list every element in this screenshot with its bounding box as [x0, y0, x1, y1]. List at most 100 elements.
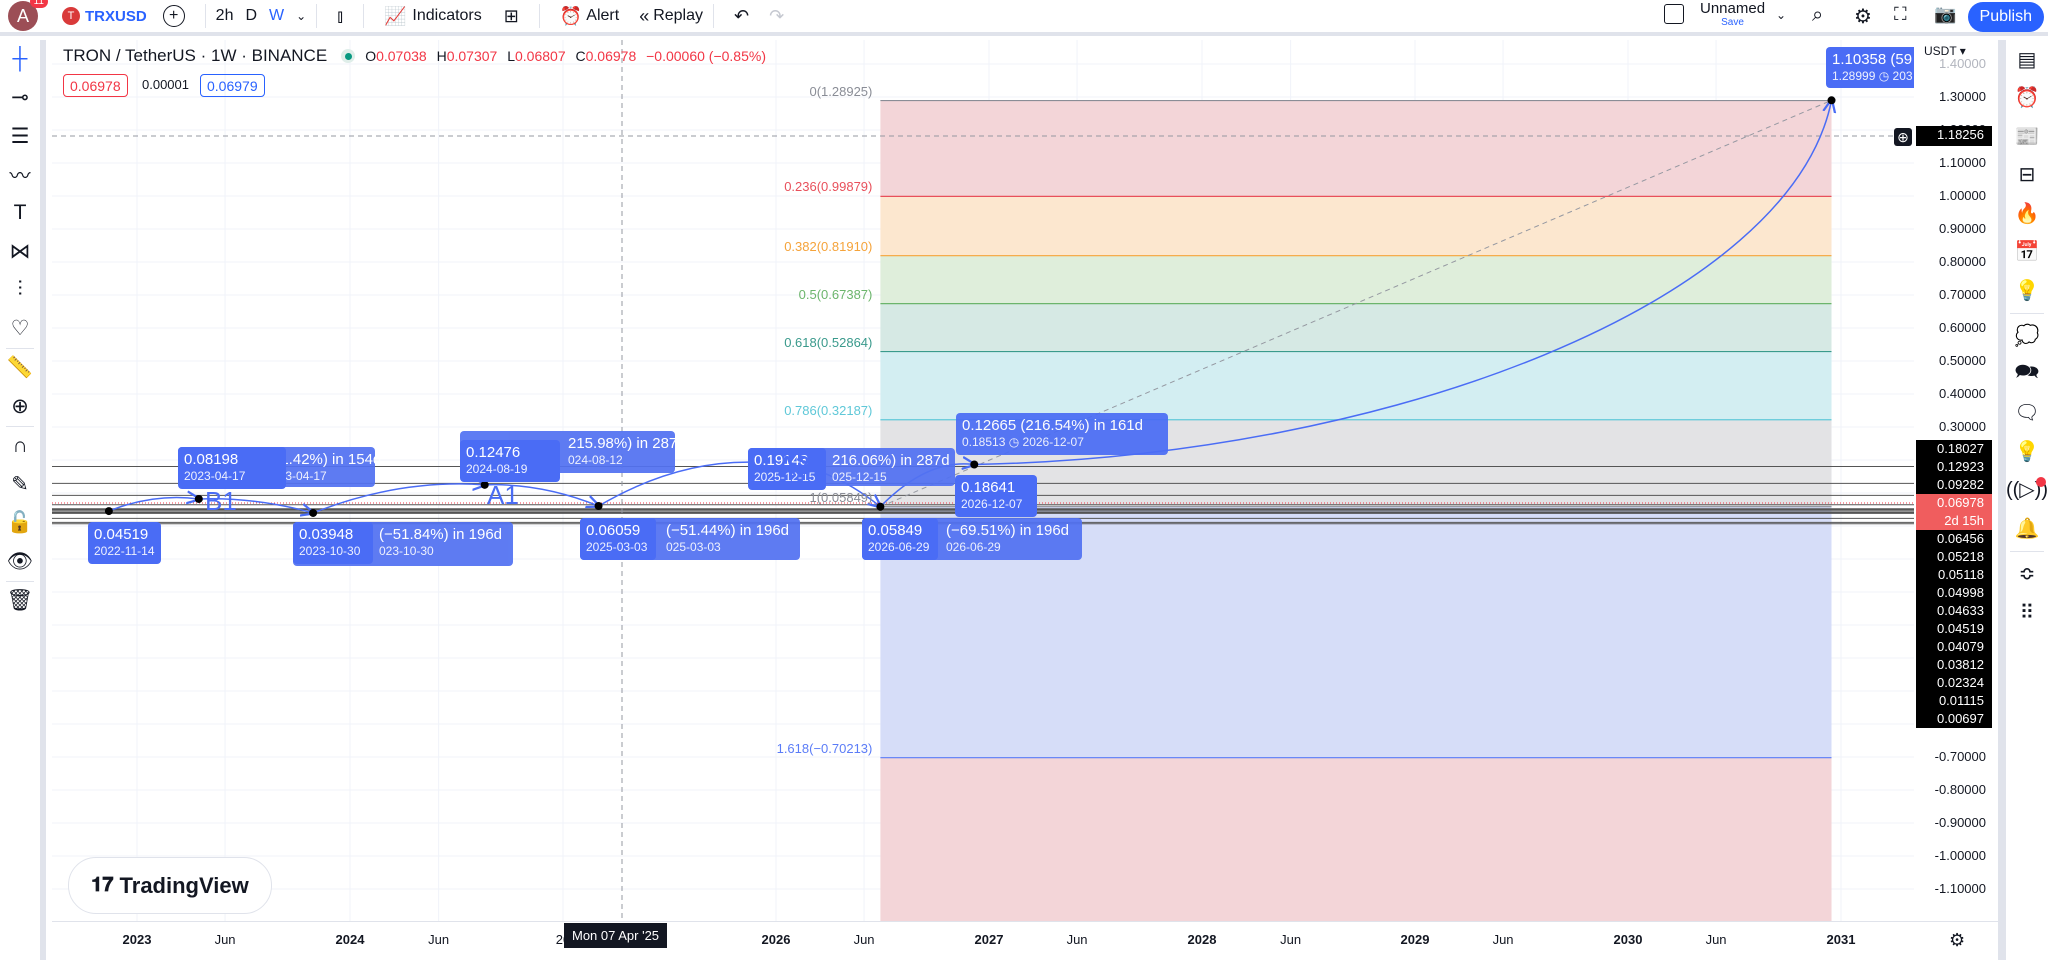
- current-price-label: 0.06978 2d 15h: [1916, 494, 1992, 530]
- path-label-8[interactable]: 0.18641 2026-12-07: [955, 475, 1037, 517]
- currency-dropdown[interactable]: USDT ▾: [1924, 44, 1966, 58]
- collapse-chevrons-icon[interactable]: ≎: [2006, 555, 2048, 594]
- streams-icon[interactable]: ((▷)): [2006, 471, 2048, 510]
- ruler-icon[interactable]: 📏: [0, 349, 40, 388]
- fib-level-label: 0.5(0.67387): [798, 286, 873, 302]
- text-icon[interactable]: T: [0, 194, 40, 233]
- price-tick-label: -0.80000: [1934, 782, 1986, 797]
- interval-dropdown-chevron-icon[interactable]: ⌄: [296, 0, 306, 34]
- eye-icon[interactable]: 👁: [0, 543, 40, 582]
- trend-line-icon[interactable]: ⊸: [0, 79, 40, 118]
- layouts-grid-icon[interactable]: ⊞: [504, 6, 519, 27]
- path-label-7[interactable]: 0.05849 2026-06-29: [862, 518, 938, 560]
- price-tick-label: 1.30000: [1939, 89, 1986, 104]
- layout-name-button[interactable]: Unnamed Save: [1700, 0, 1765, 28]
- candles-chart-type-icon[interactable]: ⫾: [337, 6, 343, 27]
- pencil-lock-icon[interactable]: ✎: [0, 466, 40, 505]
- symbol-search-button[interactable]: TRXUSD: [85, 8, 147, 25]
- camera-icon[interactable]: 📷: [1934, 4, 1956, 25]
- save-link[interactable]: Save: [1700, 17, 1765, 28]
- price-axis[interactable]: USDT ▾ 1.400001.300001.200001.100001.000…: [1914, 40, 1998, 921]
- layout-chevron-icon[interactable]: ⌄: [1776, 8, 1786, 22]
- path-point: [1827, 96, 1836, 105]
- calendar-icon[interactable]: 📅: [2006, 233, 2048, 272]
- forecast-icon[interactable]: ⫶: [0, 271, 40, 310]
- interval-d[interactable]: D: [245, 0, 257, 34]
- fib-level-label: 0.382(0.81910): [784, 238, 873, 254]
- path-icon[interactable]: 〰: [0, 156, 40, 195]
- market-status-icon: [341, 49, 356, 63]
- alerts-clock-icon[interactable]: ⏰: [2006, 79, 2048, 118]
- gear-icon[interactable]: ⚙: [1854, 4, 1872, 29]
- path-label-b1[interactable]: 0.08198 2023-04-17: [178, 447, 286, 489]
- level-price-label: 0.04519: [1937, 621, 1984, 636]
- axis-settings-gear-icon[interactable]: ⚙: [1949, 930, 1965, 951]
- sell-price-button[interactable]: 0.06978: [63, 74, 128, 97]
- path-point: [876, 502, 885, 511]
- layout-checkbox-icon[interactable]: [1664, 4, 1684, 24]
- level-price-label: 0.01115: [1938, 693, 1984, 708]
- news-icon[interactable]: 📰: [2006, 117, 2048, 156]
- minds-thought-icon[interactable]: 💭: [2006, 317, 2048, 356]
- hotlist-flame-icon[interactable]: 🔥: [2006, 194, 2048, 233]
- divider: [316, 4, 318, 28]
- trash-icon[interactable]: 🗑: [0, 582, 40, 621]
- path-label-3[interactable]: 0.03948 2023-10-30: [293, 522, 373, 564]
- pattern-icon[interactable]: ⋈: [0, 233, 40, 272]
- more-dots-icon[interactable]: ⠿: [2006, 593, 2048, 632]
- time-axis[interactable]: 2023 Jun 2024 Jun 20 2026 Jun 2027 Jun 2028 Jun 202…: [52, 921, 1998, 960]
- magnet-icon[interactable]: ∩: [0, 427, 40, 466]
- price-tick-label: 1.10000: [1939, 155, 1986, 170]
- alert-button[interactable]: Alert: [586, 0, 619, 34]
- interval-2h[interactable]: 2h: [216, 0, 234, 34]
- change-value: −0.00060 (−0.85%): [646, 48, 766, 64]
- target-label[interactable]: 1.10358 (59 1.28999 ◷ 203: [1826, 47, 1926, 88]
- time-tick-label: Jun: [1492, 932, 1514, 947]
- price-tick-label: 0.70000: [1939, 287, 1986, 302]
- wave-label-b1[interactable]: B1: [205, 486, 237, 517]
- undo-icon[interactable]: ↶: [734, 6, 749, 27]
- divider: [713, 4, 715, 28]
- ideas-stream-icon[interactable]: 💡: [2006, 432, 2048, 471]
- time-tick-label: Jun: [214, 932, 236, 947]
- watchlist-icon[interactable]: ▤: [2006, 40, 2048, 79]
- replay-button[interactable]: Replay: [653, 0, 703, 34]
- buy-price-button[interactable]: 0.06979: [200, 74, 265, 97]
- projection-label[interactable]: 0.12665 (216.54%) in 161d 0.18513 ◷ 2026-…: [956, 413, 1168, 455]
- add-list-icon[interactable]: ⊟: [2006, 156, 2048, 195]
- notifications-bell-icon[interactable]: 🔔: [2006, 509, 2048, 548]
- search-icon[interactable]: ⌕: [1812, 4, 1823, 27]
- ideas-bulb-icon[interactable]: 💡: [2006, 271, 2048, 310]
- wave-label-a1[interactable]: A1: [487, 480, 519, 511]
- add-alert-plus-icon[interactable]: ⊕: [1894, 128, 1912, 146]
- zoom-in-icon[interactable]: ⊕: [0, 388, 40, 427]
- fib-level-label: 0(1.28925): [809, 83, 873, 99]
- fib-level-label: 0.236(0.99879): [784, 179, 873, 195]
- lock-icon[interactable]: 🔓: [0, 504, 40, 543]
- spread-value: 0.00001: [142, 77, 189, 92]
- path-label-5[interactable]: 0.06059 2025-03-03: [580, 518, 656, 560]
- path-label-start[interactable]: 0.04519 2022-11-14: [88, 522, 161, 564]
- publish-button[interactable]: Publish: [1967, 2, 2044, 32]
- crosshair-icon[interactable]: ┼: [0, 40, 40, 79]
- time-tick-label: 2028: [1187, 932, 1217, 947]
- redo-icon[interactable]: ↷: [769, 6, 784, 27]
- compare-add-icon[interactable]: +: [162, 5, 185, 27]
- indicators-button[interactable]: Indicators: [412, 0, 481, 34]
- heart-icon[interactable]: ♡: [0, 310, 40, 349]
- tradingview-watermark[interactable]: 𝟏𝟕 TradingView: [68, 857, 272, 914]
- interval-w[interactable]: W: [269, 0, 284, 34]
- user-avatar[interactable]: A 11: [8, 0, 48, 31]
- chats-icon[interactable]: 🗪: [2006, 355, 2048, 394]
- wave-label-a2[interactable]: A2: [778, 450, 810, 481]
- path-label-a1[interactable]: 0.12476 2024-08-19: [460, 440, 560, 482]
- fib-level-label: 1(0.05849): [809, 489, 873, 505]
- chat-icon[interactable]: 🗨: [2006, 394, 2048, 433]
- time-tick-label: 2029: [1400, 932, 1430, 947]
- level-price-label: 0.04998: [1937, 585, 1984, 600]
- fib-level-label: 1.618(−0.70213): [776, 740, 873, 756]
- divider: [2010, 550, 2044, 552]
- fib-retracement-icon[interactable]: ☰: [0, 117, 40, 156]
- right-sidebar: ▤ ⏰ 📰 ⊟ 🔥 📅 💡 💭 🗪 🗨 💡 ((▷)) 🔔 ≎ ⠿: [1998, 40, 2048, 960]
- fullscreen-icon[interactable]: ⛶: [1894, 4, 1907, 25]
